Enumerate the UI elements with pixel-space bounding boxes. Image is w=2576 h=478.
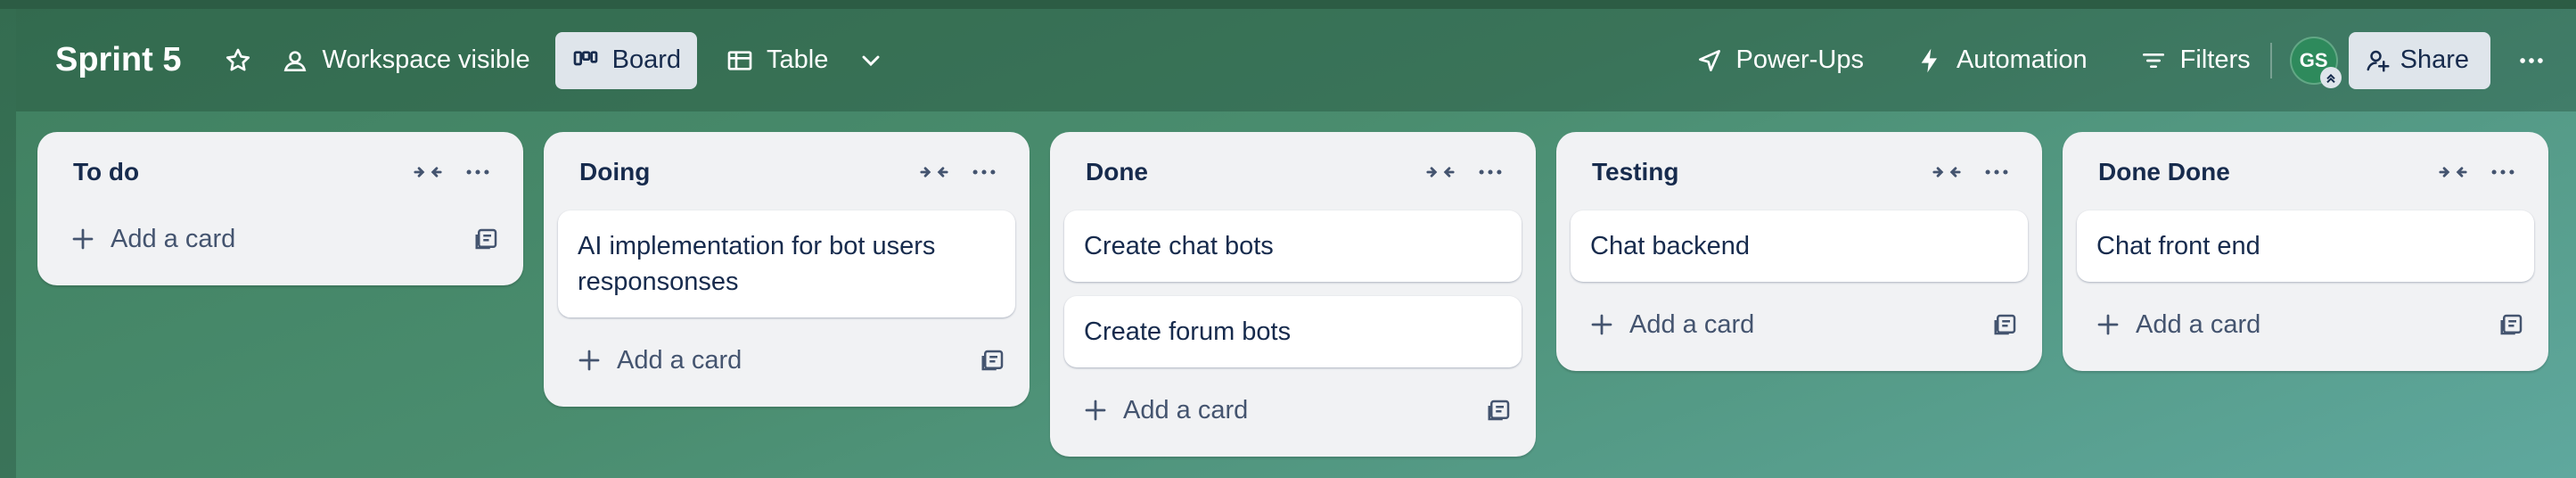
card-template-icon[interactable]	[2498, 311, 2525, 338]
board-icon	[573, 50, 597, 65]
board-menu-button[interactable]	[2505, 34, 2558, 87]
ellipsis-icon[interactable]	[463, 157, 493, 187]
list-done-done: Done Done Chat front end Add a card	[2063, 132, 2548, 371]
share-button[interactable]: Share	[2348, 31, 2490, 89]
admin-badge	[2319, 66, 2342, 88]
list-actions	[413, 157, 509, 187]
star-icon	[226, 48, 250, 70]
ellipsis-icon[interactable]	[969, 157, 999, 187]
add-card-button[interactable]: Add a card	[1571, 296, 2028, 353]
plus-icon	[72, 228, 94, 250]
powerups-button[interactable]: Power-Ups	[1679, 32, 1880, 89]
list-header: To do	[52, 148, 509, 196]
card-template-icon[interactable]	[1486, 397, 1513, 424]
people-icon	[284, 50, 307, 71]
add-card-label: Add a card	[1629, 309, 1755, 339]
collapse-icon[interactable]	[1425, 157, 1456, 187]
view-table-label: Table	[767, 45, 829, 74]
add-card-button[interactable]: Add a card	[1064, 382, 1522, 439]
list-header: Done Done	[2077, 148, 2534, 196]
list-title[interactable]: Doing	[579, 158, 919, 186]
add-card-label: Add a card	[2136, 309, 2261, 339]
left-strip	[0, 9, 16, 478]
list-actions	[1932, 157, 2028, 187]
ellipsis-icon[interactable]	[2488, 157, 2518, 187]
card[interactable]: Chat front end	[2077, 210, 2534, 282]
card[interactable]: Create forum bots	[1064, 296, 1522, 367]
list-to-do: To do Add a card	[37, 132, 523, 285]
filter-icon	[2142, 53, 2164, 68]
list-header: Doing	[558, 148, 1015, 196]
view-board-button[interactable]: Board	[554, 31, 698, 89]
list-header: Testing	[1571, 148, 2028, 196]
header-separator	[2269, 42, 2272, 78]
list-title[interactable]: Done Done	[2098, 158, 2438, 186]
automation-button[interactable]: Automation	[1899, 32, 2104, 89]
add-card-label: Add a card	[1123, 395, 1249, 424]
views-dropdown-button[interactable]	[844, 32, 898, 89]
add-card-label: Add a card	[111, 224, 236, 253]
add-card-button[interactable]: Add a card	[558, 332, 1015, 389]
list-doing: Doing AI implementation for bot users re…	[544, 132, 1030, 407]
visibility-button[interactable]: Workspace visible	[265, 32, 546, 89]
add-card-button[interactable]: Add a card	[2077, 296, 2534, 353]
visibility-label: Workspace visible	[322, 45, 530, 74]
card[interactable]: AI implementation for bot users responso…	[558, 210, 1015, 317]
filters-label: Filters	[2179, 45, 2251, 74]
collapse-icon[interactable]	[413, 157, 443, 187]
filters-button[interactable]: Filters	[2123, 32, 2267, 89]
powerups-label: Power-Ups	[1735, 45, 1864, 74]
card-template-icon[interactable]	[980, 347, 1006, 374]
star-button[interactable]	[211, 32, 265, 89]
collapse-icon[interactable]	[919, 157, 949, 187]
board-header: Sprint 5 Workspace visible Board Table P…	[16, 9, 2576, 111]
card-template-icon[interactable]	[473, 226, 500, 252]
plus-icon	[578, 350, 600, 371]
add-person-icon	[2367, 50, 2390, 71]
plus-icon	[1591, 314, 1612, 335]
list-header: Done	[1064, 148, 1522, 196]
share-label: Share	[2400, 45, 2469, 74]
card[interactable]: Create chat bots	[1064, 210, 1522, 282]
list-title[interactable]: Testing	[1592, 158, 1932, 186]
rocket-icon	[1698, 49, 1720, 71]
add-card-button[interactable]: Add a card	[52, 210, 509, 268]
view-table-button[interactable]: Table	[710, 32, 844, 89]
automation-label: Automation	[1956, 45, 2088, 74]
card-template-icon[interactable]	[1992, 311, 2019, 338]
list-done: Done Create chat bots Create forum bots …	[1050, 132, 1536, 457]
collapse-icon[interactable]	[2438, 157, 2468, 187]
add-card-label: Add a card	[617, 345, 742, 375]
ellipsis-icon[interactable]	[1475, 157, 1505, 187]
list-actions	[2438, 157, 2534, 187]
ellipsis-icon	[2520, 57, 2543, 63]
chevron-up-icon	[2326, 73, 2335, 83]
plus-icon	[1085, 400, 1106, 421]
plus-icon	[2097, 314, 2119, 335]
collapse-icon[interactable]	[1932, 157, 1962, 187]
table-icon	[727, 50, 752, 70]
list-actions	[919, 157, 1015, 187]
list-testing: Testing Chat backend Add a card	[1556, 132, 2042, 371]
lightning-icon	[1921, 48, 1937, 72]
ellipsis-icon[interactable]	[1981, 157, 2012, 187]
member-avatar[interactable]: GS	[2289, 36, 2342, 88]
view-board-label: Board	[611, 45, 682, 74]
list-title[interactable]: To do	[73, 158, 413, 186]
list-title[interactable]: Done	[1086, 158, 1425, 186]
card[interactable]: Chat backend	[1571, 210, 2028, 282]
top-strip	[0, 0, 2576, 9]
list-actions	[1425, 157, 1522, 187]
chevron-down-icon	[862, 55, 880, 66]
board-title[interactable]: Sprint 5	[55, 41, 181, 79]
